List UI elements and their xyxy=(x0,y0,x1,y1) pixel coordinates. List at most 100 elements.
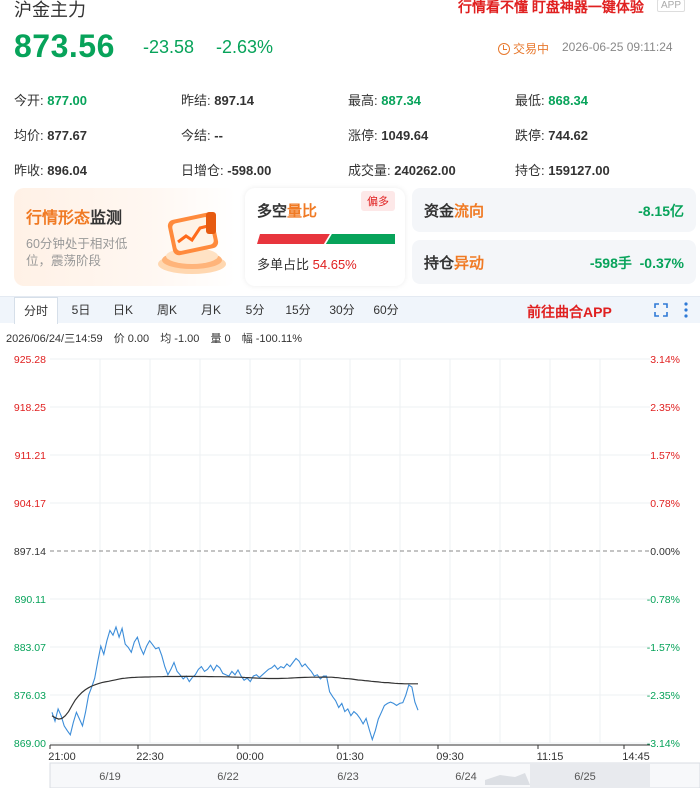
stat-item: 均价: 877.67 xyxy=(14,125,181,144)
period-tabs: 前往曲合APP 分时 5日 日K 周K 月K 5分 15分 30分 60分 xyxy=(0,296,700,324)
stat-value: 240262.00 xyxy=(394,163,456,178)
stat-label: 最高: xyxy=(348,93,378,108)
stats-row: 今开: 877.00 昨结: 897.14 最高: 887.34 最低: 868.34 xyxy=(14,82,694,117)
crosshair-info: 2026/06/24/三14:59 价 0.00 均 -1.00 量 0 幅 -… xyxy=(6,330,310,346)
stat-label: 持仓: xyxy=(515,163,545,178)
stat-item: 跌停: 744.62 xyxy=(515,125,682,144)
x-tick-label: 21:00 xyxy=(48,751,76,763)
y-tick-right: -1.57% xyxy=(647,642,680,654)
stat-label: 日增仓: xyxy=(181,163,224,178)
stat-value: 1049.64 xyxy=(381,128,429,143)
stat-item: 成交量: 240262.00 xyxy=(348,160,515,179)
instrument-title: 沪金主力 xyxy=(14,0,86,20)
position-change-lots: -598手 xyxy=(589,255,632,271)
clock-icon xyxy=(498,42,510,55)
trading-status: 交易中 xyxy=(498,40,549,57)
stat-value: 159127.00 xyxy=(548,163,610,178)
goto-app-link[interactable]: 前往曲合APP xyxy=(527,302,612,322)
x-tick-label: 09:30 xyxy=(436,751,464,763)
stat-label: 均价: xyxy=(14,128,44,143)
y-tick-right: 1.57% xyxy=(650,450,680,462)
stat-label: 涨停: xyxy=(348,128,378,143)
position-change-pct: -0.37% xyxy=(639,255,684,271)
tab-period[interactable]: 30分 xyxy=(324,297,360,324)
position-title-b: 异动 xyxy=(454,255,485,272)
long-ratio-value: 54.65% xyxy=(312,257,357,272)
fund-flow-title: 资金流向 xyxy=(424,200,484,221)
avg-price-line xyxy=(51,675,418,720)
stat-item: 日增仓: -598.00 xyxy=(181,160,348,179)
info-amp: 幅 -100.11% xyxy=(241,333,303,345)
long-short-title-a: 多空 xyxy=(257,203,288,220)
stats-grid: 今开: 877.00 昨结: 897.14 最高: 887.34 最低: 868.34… xyxy=(14,82,694,187)
long-short-card[interactable]: 多空量比 偏多 多单占比 54.65% xyxy=(245,188,405,286)
y-tick-right: -0.78% xyxy=(647,594,680,606)
stat-value: 744.62 xyxy=(548,128,589,143)
stat-value: 877.00 xyxy=(47,93,88,108)
navigator-day-label: 6/25 xyxy=(574,771,595,783)
promo-link[interactable]: 行情看不懂 盯盘神器一键体验 xyxy=(458,0,644,17)
info-date: 2026/06/24/三14:59 xyxy=(6,333,103,345)
x-tick-label: 22:30 xyxy=(136,751,164,763)
fund-flow-card[interactable]: 资金流向 -8.15亿 xyxy=(412,188,696,232)
stat-item: 最低: 868.34 xyxy=(515,90,682,109)
stats-row: 均价: 877.67 今结: -- 涨停: 1049.64 跌停: 744.62 xyxy=(14,117,694,152)
y-tick-right: -2.35% xyxy=(647,690,680,702)
long-short-title-b: 量比 xyxy=(287,203,318,220)
tab-period[interactable]: 5日 xyxy=(66,297,96,324)
y-tick-right: -3.14% xyxy=(647,738,680,750)
stat-item: 今结: -- xyxy=(181,125,348,144)
stats-row: 昨收: 896.04 日增仓: -598.00 成交量: 240262.00 持仓: … xyxy=(14,152,694,187)
tab-period[interactable]: 5分 xyxy=(240,297,270,324)
stat-item: 持仓: 159127.00 xyxy=(515,160,682,179)
position-change-card[interactable]: 持仓异动 -598手 -0.37% xyxy=(412,240,696,284)
pattern-title-a: 行情形态 xyxy=(26,210,91,227)
last-price: 873.56 xyxy=(14,28,115,64)
tab-period[interactable]: 分时 xyxy=(14,297,58,324)
bias-badge: 偏多 xyxy=(361,191,395,211)
stat-value: 887.34 xyxy=(381,93,422,108)
x-tick-label: 11:15 xyxy=(537,751,564,763)
long-ratio-text: 多单占比 54.65% xyxy=(257,254,357,273)
stat-item: 昨结: 897.14 xyxy=(181,90,348,109)
pattern-title-b: 监测 xyxy=(90,210,123,227)
y-tick-left: 869.00 xyxy=(14,738,46,750)
stat-label: 今开: xyxy=(14,93,44,108)
intraday-chart[interactable]: 925.28 3.14% 918.25 2.35% 911.21 1.57% 904.17 0… xyxy=(0,345,700,788)
pattern-monitor-title: 行情形态监测 xyxy=(26,204,122,228)
tab-period[interactable]: 60分 xyxy=(368,297,404,324)
price-line xyxy=(51,625,419,742)
y-tick-left: 876.03 xyxy=(14,690,46,702)
pattern-desc: 60分钟处于相对低位，震荡阶段 xyxy=(26,237,128,268)
x-tick-label: 01:30 xyxy=(336,751,364,763)
app-badge[interactable]: APP xyxy=(657,0,686,12)
y-tick-left: 890.11 xyxy=(15,594,46,606)
stat-label: 今结: xyxy=(181,128,211,143)
tab-period[interactable]: 周K xyxy=(150,297,184,324)
price-change: -23.58 xyxy=(143,37,195,57)
stat-value: 868.34 xyxy=(548,93,589,108)
stat-item: 涨停: 1049.64 xyxy=(348,125,515,144)
navigator-day-label: 6/19 xyxy=(99,771,120,783)
quote-timestamp: 2026-06-25 09:11:24 xyxy=(562,40,673,54)
fullscreen-icon[interactable] xyxy=(654,303,668,317)
flow-cards: 资金流向 -8.15亿 持仓异动 -598手 -0.37% xyxy=(412,188,696,286)
chart-illustration-icon xyxy=(158,212,226,274)
price-change-pct: -2.63% xyxy=(216,37,274,57)
stat-label: 昨结: xyxy=(181,93,211,108)
tab-period[interactable]: 15分 xyxy=(280,297,316,324)
y-tick-right: 0.00% xyxy=(650,546,680,558)
y-tick-left: 904.17 xyxy=(14,498,46,510)
y-tick-right: 0.78% xyxy=(650,498,680,510)
tab-period[interactable]: 月K xyxy=(194,297,228,324)
tab-period[interactable]: 日K xyxy=(108,297,138,324)
more-options-icon[interactable] xyxy=(684,301,688,319)
stat-label: 跌停: xyxy=(515,128,545,143)
pattern-monitor-card[interactable]: 行情形态监测 60分钟处于相对低位，震荡阶段 xyxy=(14,188,236,286)
fund-flow-title-b: 流向 xyxy=(454,203,485,220)
y-tick-left: 911.21 xyxy=(15,450,46,462)
y-tick-left: 897.14 xyxy=(14,546,46,558)
navigator-day-label: 6/24 xyxy=(455,771,476,783)
y-tick-left: 883.07 xyxy=(14,642,46,654)
stat-label: 成交量: xyxy=(348,163,391,178)
